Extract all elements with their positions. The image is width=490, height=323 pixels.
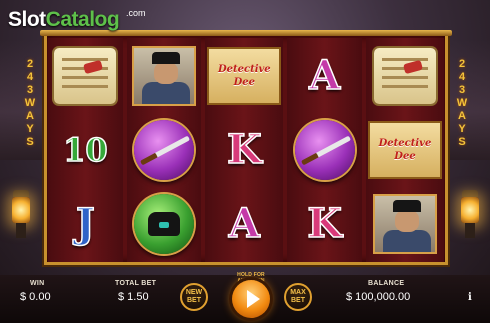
symbol-label: 10 [62,131,108,169]
game-logo-banner: Detective Dee [367,121,442,179]
detective-dee-logo-symbol: Detective Dee [207,40,282,112]
ways-indicator-left: 2 4 3 W A Y S [24,58,36,148]
win-label: WIN [30,280,45,287]
sword-icon [294,120,355,180]
symbol-label: J [75,200,95,247]
reel-4: AK [287,38,362,262]
symbol-label: K [226,126,262,173]
card-symbol: J [50,188,121,260]
info-button[interactable]: i [468,292,472,303]
detective-icon [131,46,196,106]
hat-orb-symbol [129,188,200,260]
ways-indicator-right: 2 4 3 W A Y S [456,58,468,148]
scroll-symbol [50,40,121,112]
banner-line: Dee [394,151,416,162]
balance-value: $ 100,000.00 [346,291,411,303]
total-bet-label: TOTAL BET [115,280,157,287]
lantern-icon [459,190,481,238]
card-symbol: A [289,40,360,112]
scroll-icon [54,48,117,104]
hat-icon [133,194,194,254]
spin-button[interactable] [232,280,270,318]
detective-portrait-symbol [368,188,442,260]
new-bet-button[interactable]: NEW BET [180,283,208,311]
lantern-icon [10,190,32,238]
reel-1: 10 J [48,38,123,262]
card-symbol: 10 [50,114,121,186]
sword-orb-symbol [129,114,200,186]
game-stage: SlotCatalog .com 2 4 3 W A Y S 2 4 3 W A… [0,0,490,323]
win-value: $ 0.00 [20,291,51,303]
reel-3: Detective Dee K A [205,38,284,262]
banner-line: Detective [217,64,271,75]
sword-orb-symbol [289,114,360,186]
detective-dee-logo-symbol: Detective Dee [367,114,442,186]
symbol-label: A [228,200,261,247]
reel-grid: 10 J Detective Dee K A A K Detective Dee [48,38,444,262]
card-symbol: A [207,188,281,260]
scroll-icon [373,48,436,104]
banner-line: Dee [233,77,256,88]
scroll-symbol [368,40,442,112]
balance-label: BALANCE [368,280,405,287]
card-symbol: K [207,114,281,186]
site-logo-suffix: .com [126,8,146,18]
detective-portrait-symbol [129,40,200,112]
symbol-label: K [307,200,343,247]
total-bet-value: $ 1.50 [118,291,149,303]
reel-5: Detective Dee [365,38,444,262]
game-logo-banner: Detective Dee [207,47,282,105]
max-bet-button[interactable]: MAX BET [284,283,312,311]
banner-line: Detective [378,138,432,149]
reel-2 [126,38,202,262]
card-symbol: K [289,188,360,260]
symbol-label: A [308,52,341,99]
sword-icon [133,120,194,180]
site-logo: SlotCatalog [8,8,120,31]
detective-icon [372,194,437,254]
